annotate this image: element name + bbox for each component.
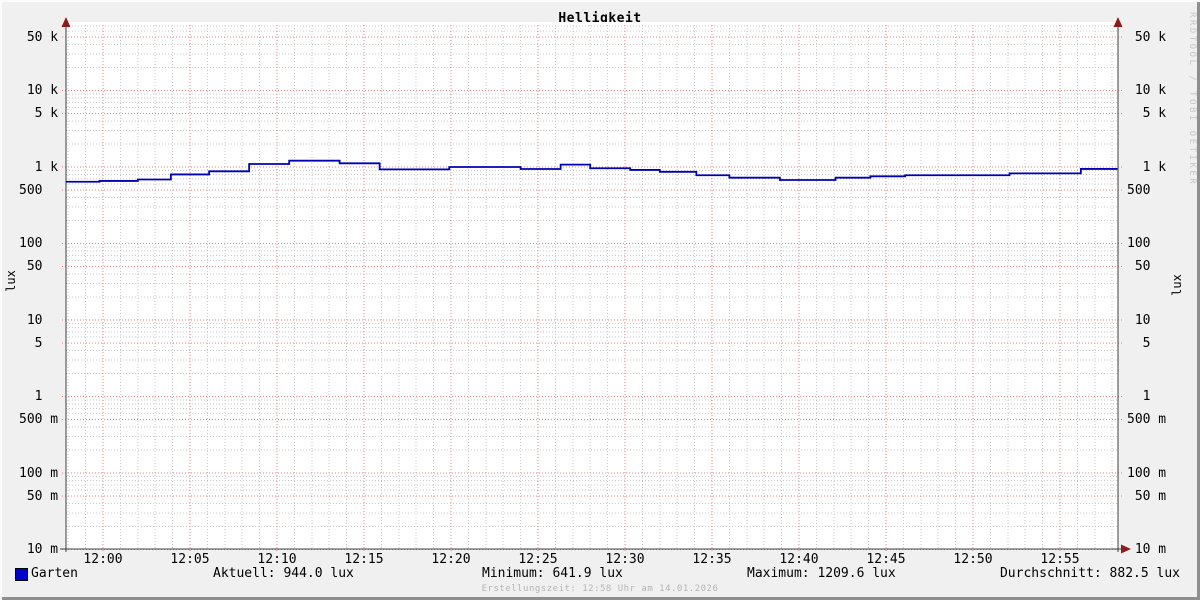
y-tick-label-right: 1 xyxy=(1127,389,1167,404)
x-tick-label: 12:45 xyxy=(866,552,906,567)
y-tick-label-right: 10 k xyxy=(1127,83,1167,98)
y-tick-label-left: 500 m xyxy=(19,412,59,428)
generation-timestamp: Erstellungszeit: 12:58 Uhr am 14.01.2026 xyxy=(481,584,719,594)
y-tick-label-right: 500 m xyxy=(1127,412,1167,428)
y-tick-label-left: 10 xyxy=(19,312,59,328)
y-tick-label-right: 10 m xyxy=(1127,542,1167,557)
y-tick-label-right: 1 k xyxy=(1127,159,1167,175)
x-tick-label: 12:30 xyxy=(605,552,645,567)
y-axis-unit-right: lux xyxy=(1170,274,1184,296)
y-tick-label-left: 50 xyxy=(19,259,59,275)
y-tick-label-right: 5 xyxy=(1127,335,1167,351)
x-tick-label: 12:55 xyxy=(1040,552,1080,567)
legend-label: Garten xyxy=(31,566,78,581)
y-tick-label-left: 10 m xyxy=(19,542,59,557)
rrdtool-watermark: RRDTOOL / TOBI OETIKER xyxy=(1187,12,1197,187)
y-tick-label-left: 100 m xyxy=(19,465,59,481)
x-tick-label: 12:25 xyxy=(518,552,558,567)
y-tick-label-right: 100 m xyxy=(1127,465,1167,481)
y-tick-label-left: 50 m xyxy=(19,488,59,504)
chart-canvas xyxy=(60,17,1131,554)
y-tick-label-left: 1 k xyxy=(19,159,59,175)
y-axis-unit-left: lux xyxy=(4,270,18,292)
x-tick-label: 12:10 xyxy=(257,552,297,567)
y-tick-label-left: 5 xyxy=(19,335,59,351)
y-tick-label-right: 100 xyxy=(1127,236,1167,251)
stat-current: Aktuell: 944.0 lux xyxy=(213,566,354,581)
y-tick-label-left: 5 k xyxy=(19,106,59,122)
y-tick-label-right: 50 m xyxy=(1127,488,1167,504)
stat-minimum: Minimum: 641.9 lux xyxy=(482,566,623,581)
stat-maximum: Maximum: 1209.6 lux xyxy=(747,566,896,581)
x-tick-label: 12:20 xyxy=(431,552,471,567)
y-tick-label-right: 50 k xyxy=(1127,29,1167,45)
y-tick-label-left: 50 k xyxy=(19,29,59,45)
x-tick-label: 12:05 xyxy=(170,552,210,567)
y-tick-label-left: 100 xyxy=(19,236,59,251)
rrdtool-graph: Helligkeit 50 k 50 k 10 k 10 k 5 k 5 k 1… xyxy=(0,0,1200,600)
x-tick-label: 12:40 xyxy=(779,552,819,567)
x-tick-label: 12:50 xyxy=(953,552,993,567)
y-tick-label-right: 5 k xyxy=(1127,106,1167,122)
x-tick-label: 12:15 xyxy=(344,552,384,567)
legend-swatch-garten xyxy=(15,568,28,581)
y-tick-label-left: 10 k xyxy=(19,83,59,98)
y-tick-label-left: 1 xyxy=(19,389,59,404)
y-tick-label-left: 500 xyxy=(19,182,59,198)
y-tick-label-right: 10 xyxy=(1127,312,1167,328)
x-tick-label: 12:35 xyxy=(692,552,732,567)
x-tick-label: 12:00 xyxy=(83,552,123,567)
y-tick-label-right: 500 xyxy=(1127,182,1167,198)
stat-average: Durchschnitt: 882.5 lux xyxy=(999,566,1180,581)
y-tick-label-right: 50 xyxy=(1127,259,1167,275)
